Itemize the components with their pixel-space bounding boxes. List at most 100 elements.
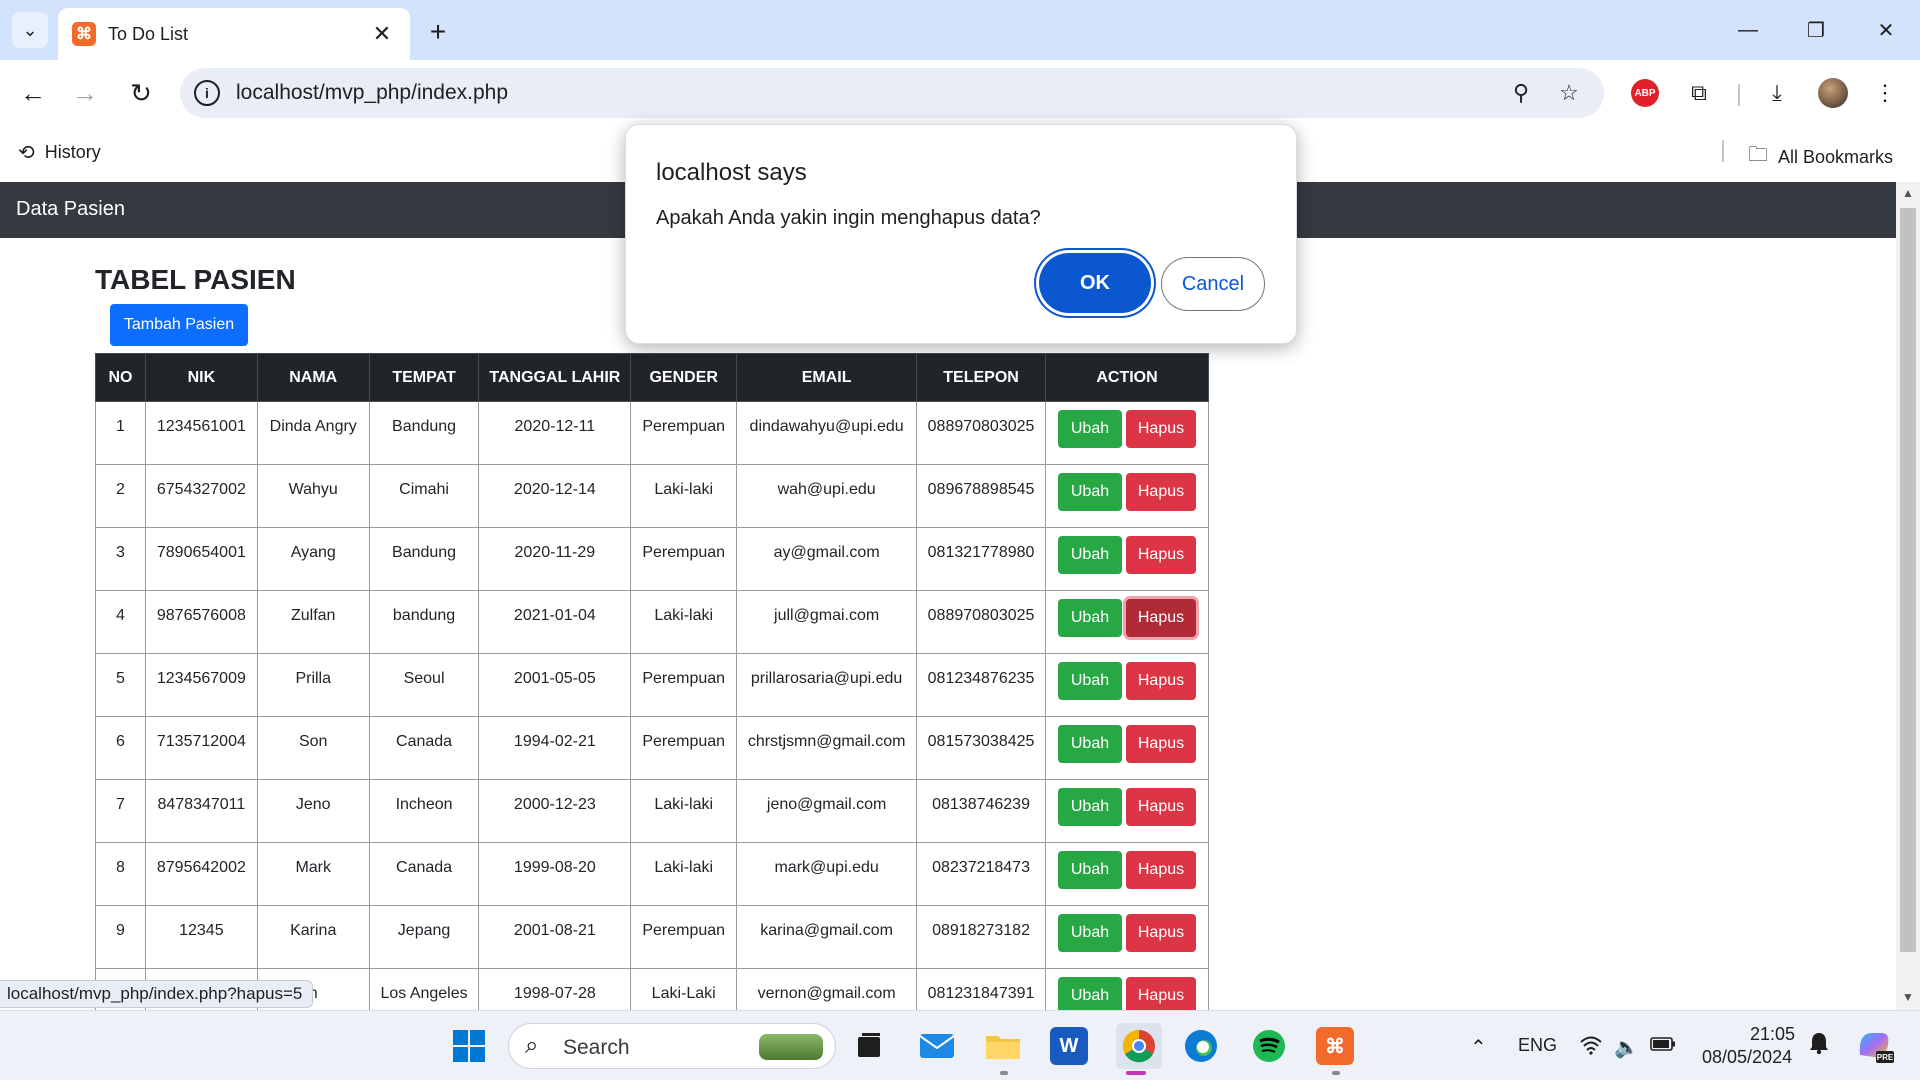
cell-action: Ubah Hapus xyxy=(1045,779,1209,843)
cell-gender: Laki-laki xyxy=(630,590,738,654)
dialog-message: Apakah Anda yakin ingin menghapus data? xyxy=(656,207,1041,229)
tab-active[interactable]: ⌘ To Do List ✕ xyxy=(58,8,410,60)
reload-icon[interactable]: ↻ xyxy=(120,72,162,114)
delete-button[interactable]: Hapus xyxy=(1126,662,1196,700)
navbar-brand[interactable]: Data Pasien xyxy=(16,198,125,221)
cell-nama: Zulfan xyxy=(256,590,370,654)
task-view-icon[interactable] xyxy=(850,1027,888,1065)
mail-icon[interactable] xyxy=(918,1027,956,1065)
all-bookmarks[interactable]: 🗀 All Bookmarks xyxy=(1748,140,1893,174)
edit-button[interactable]: Ubah xyxy=(1058,662,1122,700)
tab-close-icon[interactable]: ✕ xyxy=(368,20,396,48)
delete-button[interactable]: Hapus xyxy=(1126,599,1196,637)
restore-icon[interactable]: ❐ xyxy=(1786,8,1846,52)
add-patient-button[interactable]: Tambah Pasien xyxy=(110,304,248,346)
cell-tgl: 2020-11-29 xyxy=(478,527,632,591)
tray-overflow-chevron-icon[interactable]: ⌃ xyxy=(1470,1035,1487,1060)
wifi-icon[interactable] xyxy=(1580,1035,1602,1061)
minimize-icon[interactable]: — xyxy=(1718,8,1778,52)
forward-icon[interactable]: → xyxy=(64,72,106,114)
cell-action: Ubah Hapus xyxy=(1045,842,1209,906)
cell-no: 4 xyxy=(95,590,146,654)
cell-action: Ubah Hapus xyxy=(1045,716,1209,780)
search-icon: ⌕ xyxy=(525,1032,539,1059)
edit-button[interactable]: Ubah xyxy=(1058,725,1122,763)
cell-tempat: Bandung xyxy=(368,527,480,591)
chrome-icon[interactable] xyxy=(1116,1023,1162,1069)
cell-tempat: Incheon xyxy=(368,779,480,843)
menu-kebab-icon[interactable]: ⋮ xyxy=(1868,76,1902,110)
edit-button[interactable]: Ubah xyxy=(1058,536,1122,574)
cell-tgl: 2020-12-11 xyxy=(478,401,632,465)
delete-button[interactable]: Hapus xyxy=(1126,536,1196,574)
delete-button[interactable]: Hapus xyxy=(1126,410,1196,448)
edit-button[interactable]: Ubah xyxy=(1058,851,1122,889)
delete-button[interactable]: Hapus xyxy=(1126,473,1196,511)
edit-button[interactable]: Ubah xyxy=(1058,788,1122,826)
battery-icon[interactable] xyxy=(1650,1035,1676,1058)
col-header-telepon: TELEPON xyxy=(916,353,1046,402)
copilot-icon[interactable]: PRE xyxy=(1854,1025,1894,1071)
start-windows-icon[interactable] xyxy=(450,1027,488,1065)
ok-button[interactable]: OK xyxy=(1039,253,1151,313)
edit-button[interactable]: Ubah xyxy=(1058,977,1122,1010)
window-close-icon[interactable]: ✕ xyxy=(1856,8,1916,52)
cell-tgl: 1999-08-20 xyxy=(478,842,632,906)
bookmark-star-icon[interactable]: ☆ xyxy=(1554,78,1584,108)
file-explorer-icon[interactable] xyxy=(984,1027,1022,1065)
edit-button[interactable]: Ubah xyxy=(1058,473,1122,511)
cell-telepon: 081231847391 xyxy=(916,968,1046,1010)
spotify-icon[interactable] xyxy=(1250,1027,1288,1065)
edit-button[interactable]: Ubah xyxy=(1058,410,1122,448)
new-tab-icon[interactable]: + xyxy=(420,14,456,50)
word-icon[interactable]: W xyxy=(1050,1027,1088,1065)
table-row: 7 8478347011 Jeno Incheon 2000-12-23 Laki-lak… xyxy=(95,779,1209,843)
profile-avatar[interactable] xyxy=(1816,76,1850,110)
extensions-icon[interactable]: ⧉ xyxy=(1682,76,1716,110)
history-label: History xyxy=(44,142,101,162)
page-title: TABEL PASIEN xyxy=(95,264,296,295)
explorer-running-indicator xyxy=(1000,1071,1008,1075)
xampp-icon[interactable]: ⌘ xyxy=(1316,1027,1354,1065)
edit-button[interactable]: Ubah xyxy=(1058,599,1122,637)
cell-nama: Ayang xyxy=(256,527,370,591)
cell-tgl: 2021-01-04 xyxy=(478,590,632,654)
scroll-down-icon[interactable]: ▼ xyxy=(1902,990,1914,1004)
table-row: 3 7890654001 Ayang Bandung 2020-11-29 Perempu… xyxy=(95,527,1209,591)
cell-gender: Perempuan xyxy=(630,905,738,969)
site-info-icon[interactable]: i xyxy=(194,80,220,106)
language-indicator[interactable]: ENG xyxy=(1518,1035,1557,1056)
download-icon[interactable]: ⤓ xyxy=(1760,76,1794,110)
clock-date[interactable]: 08/05/2024 xyxy=(1702,1047,1792,1068)
edge-icon[interactable] xyxy=(1182,1027,1220,1065)
delete-button[interactable]: Hapus xyxy=(1126,725,1196,763)
history-icon: ⟲ xyxy=(18,142,35,164)
address-bar[interactable]: i localhost/mvp_php/index.php ⚲ ☆ xyxy=(180,68,1604,118)
edit-button[interactable]: Ubah xyxy=(1058,914,1122,952)
delete-button[interactable]: Hapus xyxy=(1126,914,1196,952)
back-icon[interactable]: ← xyxy=(12,72,54,114)
xampp-favicon-icon: ⌘ xyxy=(72,22,96,46)
delete-button[interactable]: Hapus xyxy=(1126,788,1196,826)
cell-nama: Son xyxy=(256,716,370,780)
adblock-icon[interactable]: ABP xyxy=(1628,76,1662,110)
volume-icon[interactable]: 🔈 xyxy=(1614,1035,1639,1060)
delete-button[interactable]: Hapus xyxy=(1126,977,1196,1010)
cell-no: 1 xyxy=(95,401,146,465)
delete-button[interactable]: Hapus xyxy=(1126,851,1196,889)
cell-no: 7 xyxy=(95,779,146,843)
tab-title: To Do List xyxy=(108,23,189,44)
taskbar-search[interactable]: ⌕ Search xyxy=(508,1023,836,1069)
table-row: 6 7135712004 Son Canada 1994-02-21 Perempuan c… xyxy=(95,716,1209,780)
history-bookmark[interactable]: ⟲ History xyxy=(18,140,101,165)
zoom-icon[interactable]: ⚲ xyxy=(1506,78,1536,108)
scroll-up-icon[interactable]: ▲ xyxy=(1902,186,1914,200)
clock-time[interactable]: 21:05 xyxy=(1750,1024,1795,1045)
col-header-no: NO xyxy=(95,353,146,402)
scrollbar-thumb[interactable] xyxy=(1900,208,1916,952)
url-text[interactable]: localhost/mvp_php/index.php xyxy=(236,81,508,105)
notification-bell-icon[interactable] xyxy=(1808,1031,1830,1061)
page-scrollbar[interactable]: ▲ ▼ xyxy=(1896,182,1920,1010)
tab-search-dropdown-icon[interactable]: ⌄ xyxy=(12,12,48,48)
cancel-button[interactable]: Cancel xyxy=(1161,257,1265,311)
